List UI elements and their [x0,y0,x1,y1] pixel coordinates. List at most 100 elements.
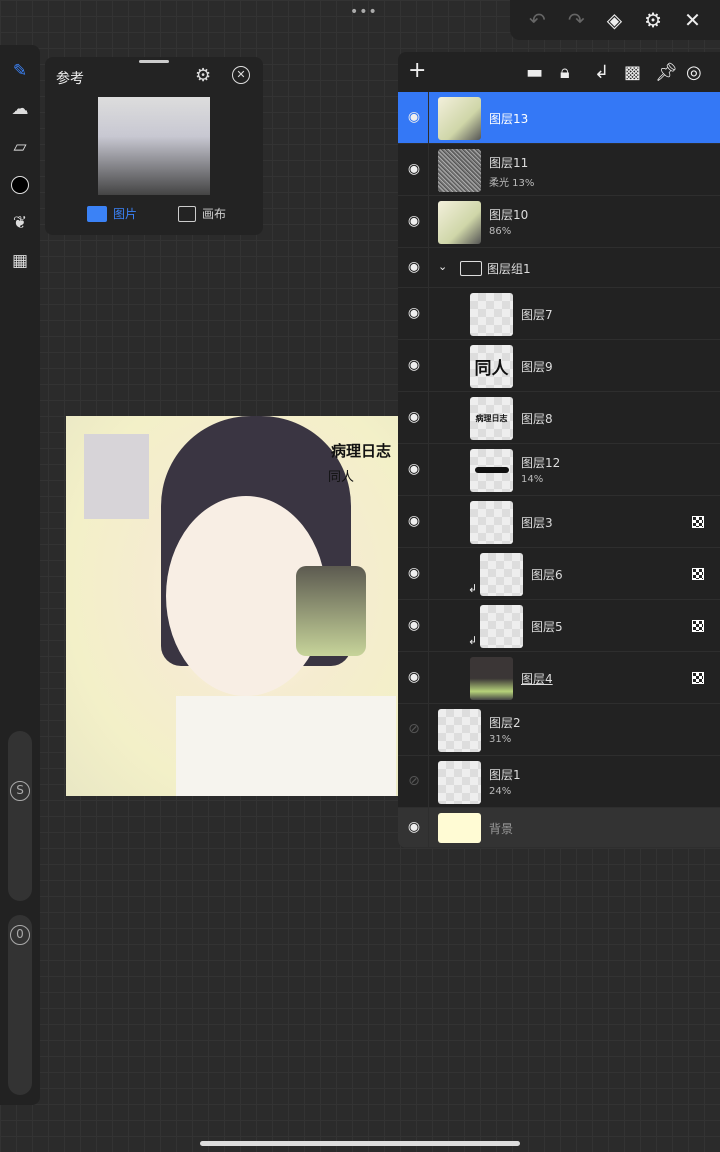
layer-row[interactable]: ⊘ 图层1 24% [398,756,720,808]
layer-row[interactable]: ⊘ 图层2 31% [398,704,720,756]
folder-icon [460,261,482,276]
layer-name: 图层13 [489,112,529,126]
layer-name: 图层5 [531,620,563,634]
size-label: S [10,781,30,801]
eye-icon[interactable]: ◉ [402,513,426,529]
canvas-subtitle-text: 同人 [328,470,355,485]
layer-name: 图层6 [531,568,563,582]
layers-panel: + ▬ 🔒︎ ↲ ▩ 📌︎ ◎ ◉ 图层13 ◉ 图层11 柔光 13% ◉ 图层10 86%… [398,52,720,848]
drag-handle[interactable] [139,60,169,63]
eye-icon[interactable]: ◉ [402,259,426,275]
layer-name: 图层10 [489,208,529,222]
layer-row[interactable]: ◉ 图层3 [398,496,720,548]
brush-icon[interactable]: ✎ [8,59,32,83]
top-toolbar: ↶ ↷ ◈ ⚙ ✕ [510,0,720,40]
layer-thumbnail [438,708,481,752]
eye-icon[interactable]: ◉ [402,819,426,835]
layer-blend-opacity: 柔光 13% [489,178,535,189]
layer-thumbnail [438,760,481,804]
layer-row[interactable]: ◉ 图层10 86% [398,196,720,248]
leaf-icon[interactable]: ❦ [8,211,32,235]
artwork-canvas[interactable]: 病理日志 同人 [66,416,398,796]
brush-size-slider[interactable]: S [8,731,32,901]
layer-thumbnail [470,292,513,336]
layer-group-row[interactable]: ◉ ⌄ 图层组1 [398,248,720,288]
redo-icon[interactable]: ↷ [568,8,585,32]
layer-row[interactable]: ◉ 病理日志 图层8 [398,392,720,444]
layer-thumbnail: 同人 [470,344,513,388]
layer-thumbnail [470,656,513,700]
color-picker[interactable] [8,173,32,197]
eye-icon[interactable]: ◉ [402,109,426,125]
layer-name: 图层2 [489,716,521,730]
alpha-lock-icon [692,620,704,632]
folder-icon[interactable]: ▬ [526,62,543,83]
pin-icon[interactable]: 📌︎ [655,62,678,83]
tab-label: 图片 [113,207,138,221]
eye-icon[interactable]: ◉ [402,213,426,229]
reference-panel: 参考 ⚙ ✕ 图片 画布 [45,57,263,235]
lock-icon[interactable]: 🔒︎ [560,62,570,83]
chevron-down-icon[interactable]: ⌄ [438,260,447,273]
tab-image[interactable]: 图片 [87,205,137,222]
eye-icon[interactable]: ◉ [402,617,426,633]
layer-name: 图层3 [521,516,553,530]
more-menu-button[interactable]: ••• [350,4,378,20]
home-indicator[interactable] [200,1141,520,1146]
layer-thumbnail [438,813,481,843]
image-icon [87,205,107,222]
layer-thumbnail [438,200,481,244]
eye-icon[interactable]: ◉ [402,305,426,321]
close-icon[interactable]: ✕ [232,66,250,84]
add-layer-icon[interactable]: + [408,58,426,83]
layer-row[interactable]: ◉ 背景 [398,808,720,848]
gear-icon[interactable]: ⚙ [644,8,662,32]
tab-canvas[interactable]: 画布 [178,205,226,222]
opacity-label: 0 [10,925,30,945]
eraser-icon[interactable]: ▱ [8,135,32,159]
layer-name: 图层4 [521,672,553,686]
alpha-lock-icon [692,568,704,580]
smudge-icon[interactable]: ☁ [8,97,32,121]
layer-row[interactable]: ◉ 图层4 [398,652,720,704]
undo-icon[interactable]: ↶ [529,8,546,32]
layer-row[interactable]: ◉ 图层6 ↲ [398,548,720,600]
layer-blend-opacity: 14% [521,474,544,485]
layer-row[interactable]: ◉ 图层5 ↲ [398,600,720,652]
alpha-lock-icon[interactable]: ▩ [624,62,641,83]
layer-thumbnail [470,500,513,544]
eye-icon[interactable]: ◉ [402,461,426,477]
eye-hidden-icon[interactable]: ⊘ [402,721,426,737]
layer-name: 图层7 [521,308,553,322]
clip-mask-icon[interactable]: ↲ [594,62,609,83]
layer-name: 图层9 [521,360,553,374]
layer-blend-opacity: 24% [489,786,512,797]
eye-hidden-icon[interactable]: ⊘ [402,773,426,789]
alpha-lock-icon [692,516,704,528]
layer-row[interactable]: ◉ 同人 图层9 [398,340,720,392]
layer-row[interactable]: ◉ 图层11 柔光 13% [398,144,720,196]
layer-row[interactable]: ◉ 图层13 [398,92,720,144]
grid-icon[interactable]: ▦ [8,249,32,273]
layer-name: 图层组1 [487,262,531,276]
gear-icon[interactable]: ⚙ [195,65,211,86]
layer-row[interactable]: ◉ 图层12 14% [398,444,720,496]
opacity-slider[interactable]: 0 [8,915,32,1095]
layers-icon[interactable]: ◈ [607,8,622,32]
layer-row[interactable]: ◉ 图层7 [398,288,720,340]
layer-thumbnail: 病理日志 [470,396,513,440]
clipping-arrow-icon: ↲ [468,634,478,647]
layer-name: 背景 [489,822,514,836]
reference-title: 参考 [56,71,84,87]
eye-icon[interactable]: ◉ [402,357,426,373]
eye-icon[interactable]: ◉ [402,161,426,177]
eye-icon[interactable]: ◉ [402,409,426,425]
tab-label: 画布 [202,207,227,221]
layer-name: 图层12 [521,456,561,470]
canvas-title-text: 病理日志 [331,442,392,460]
eye-icon[interactable]: ◉ [402,669,426,685]
layer-thumbnail [480,604,523,648]
eye-icon[interactable]: ◉ [402,565,426,581]
close-icon[interactable]: ✕ [684,8,701,32]
reference-layer-icon[interactable]: ◎ [686,62,702,83]
